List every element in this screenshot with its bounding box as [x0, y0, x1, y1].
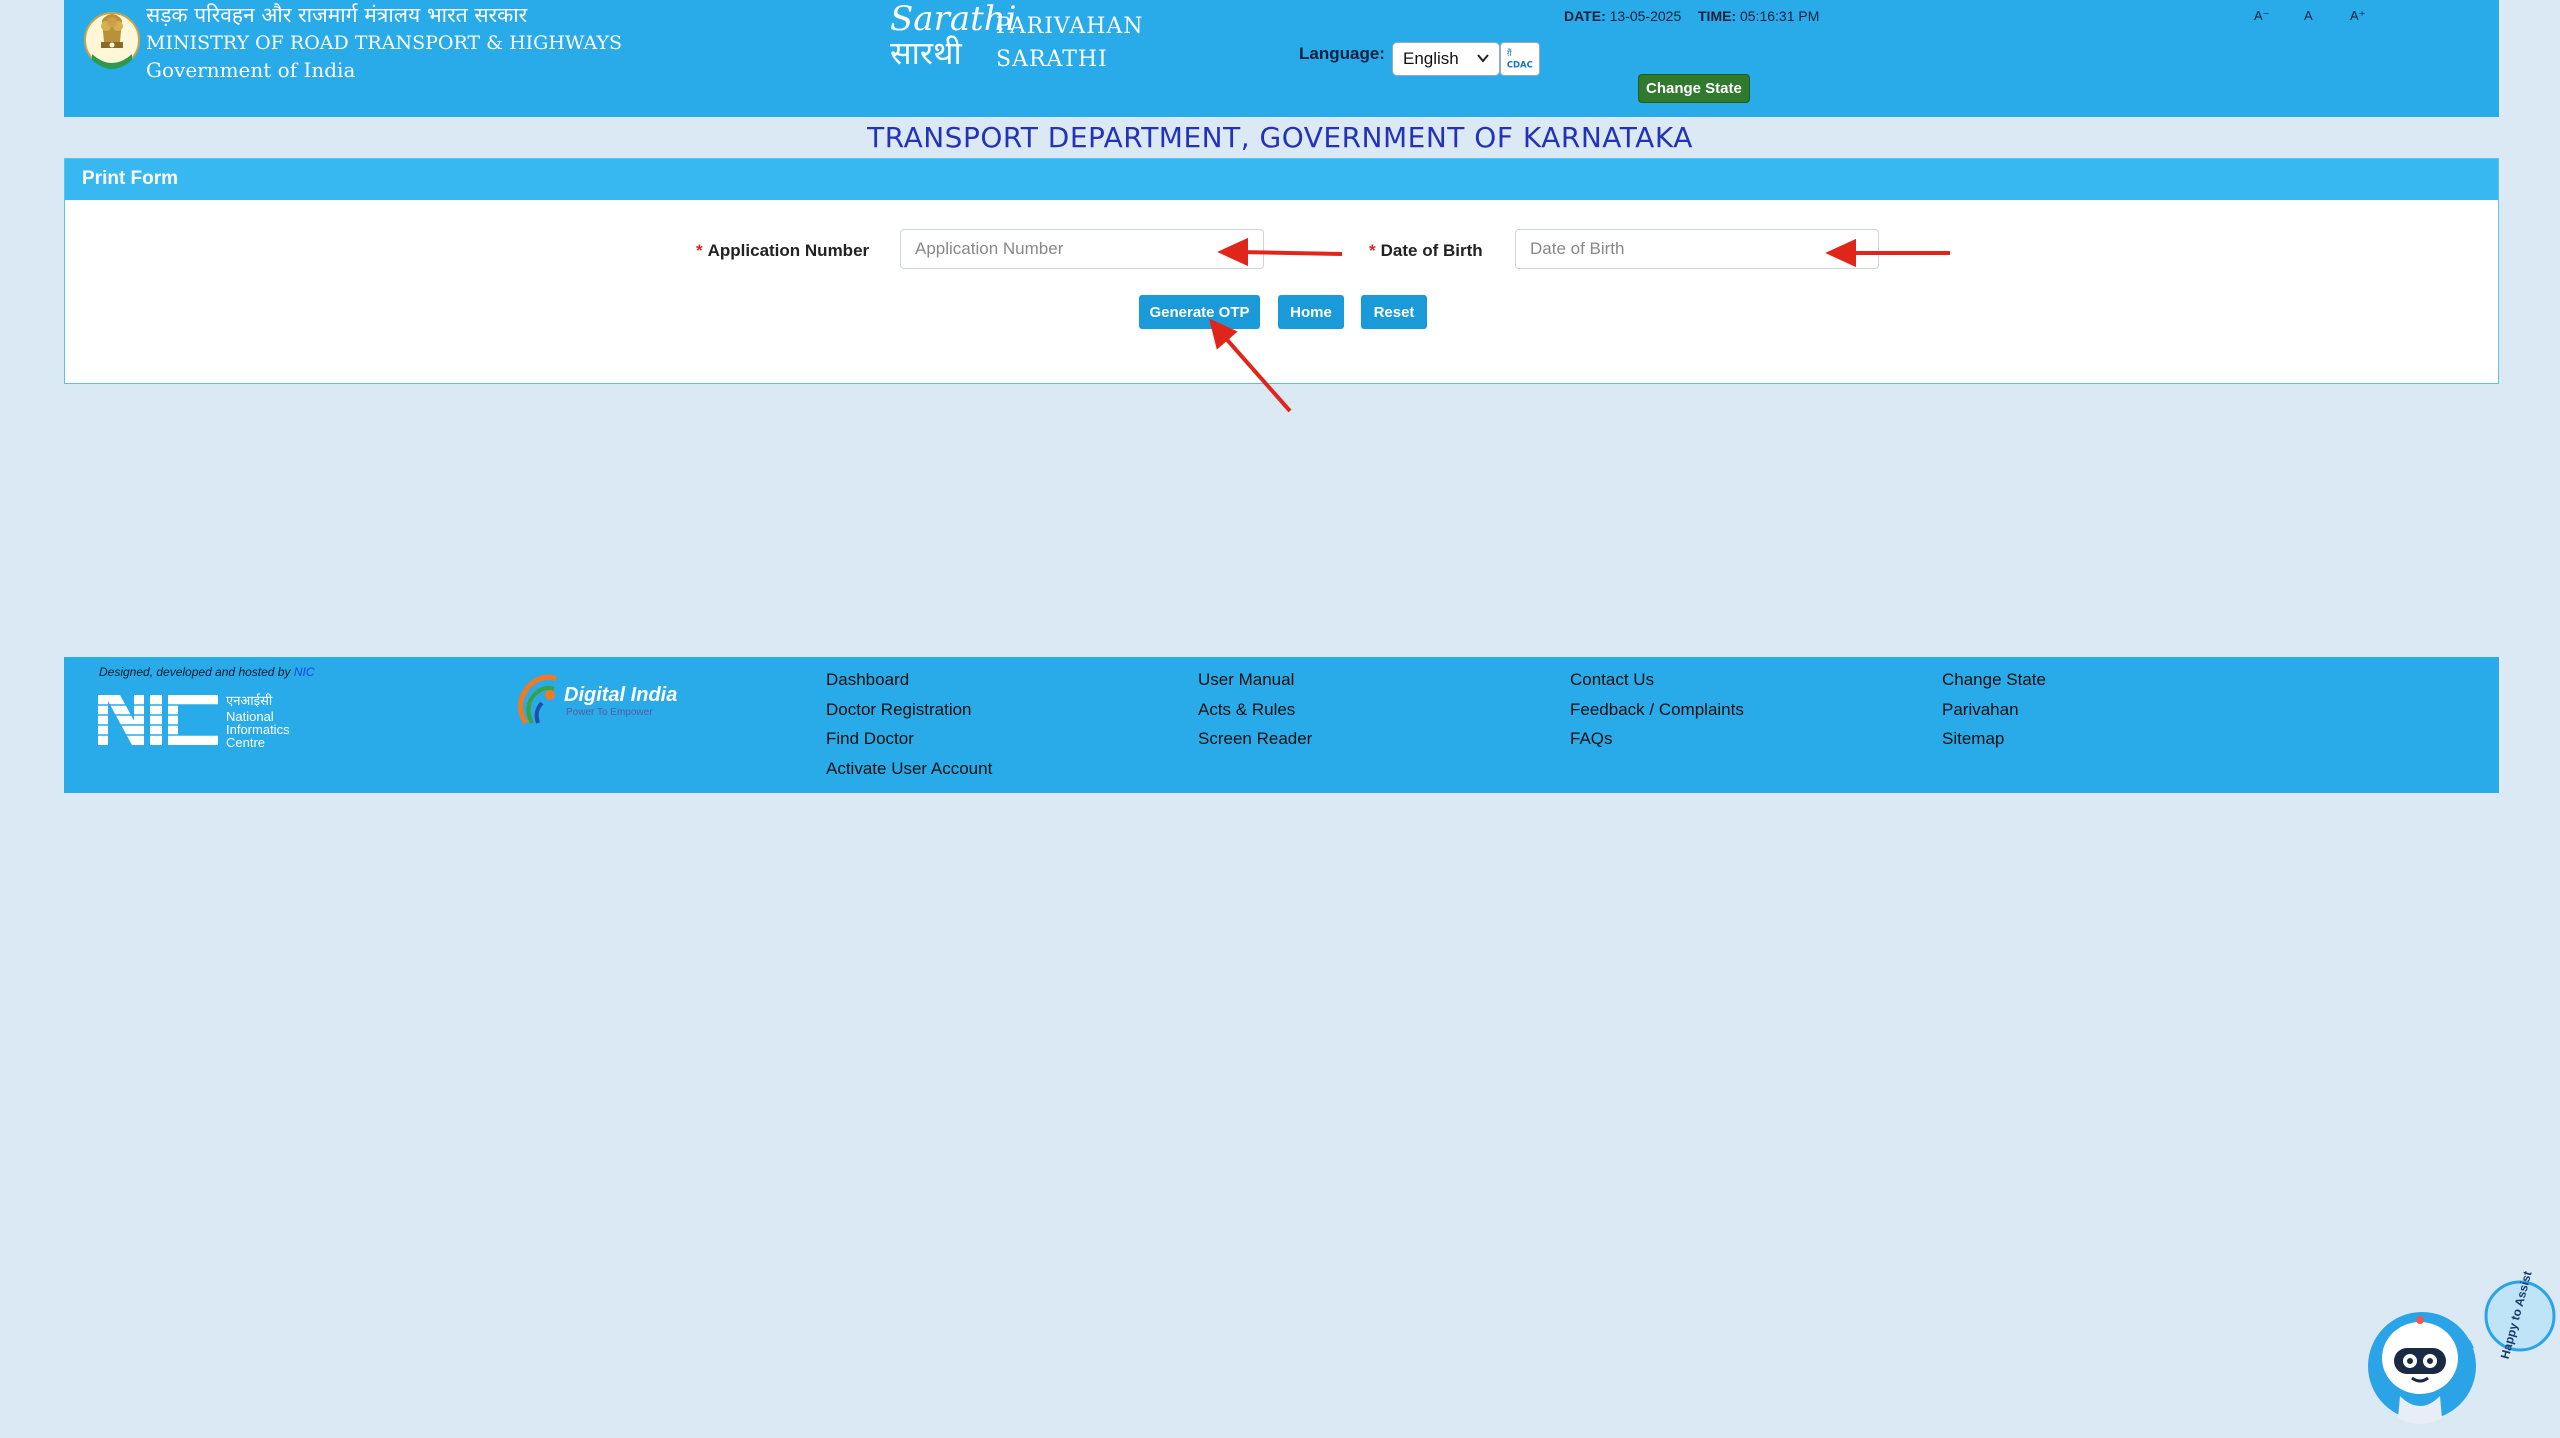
digital-india-logo[interactable]: Digital India Power To Empower	[512, 665, 682, 729]
footer-column-4: Change State Parivahan Sitemap	[1942, 665, 2046, 754]
chevron-down-icon	[1477, 54, 1489, 63]
reset-button[interactable]: Reset	[1361, 295, 1427, 329]
footer-link-user-manual[interactable]: User Manual	[1198, 665, 1312, 695]
government-of-india: Government of India	[146, 58, 356, 82]
time-display: TIME: 05:16:31 PM	[1698, 8, 1819, 24]
ministry-english: MINISTRY OF ROAD TRANSPORT & HIGHWAYS	[146, 32, 623, 54]
ministry-hindi: सड़क परिवहन और राजमार्ग मंत्रालय भारत सर…	[146, 3, 528, 27]
cdac-keyboard-icon[interactable]: ग़ैं CDAC	[1500, 42, 1540, 76]
svg-text:CDAC: CDAC	[1507, 59, 1533, 69]
footer-link-contact-us[interactable]: Contact Us	[1570, 665, 1744, 695]
time-value: 05:16:31 PM	[1740, 8, 1820, 24]
change-state-button[interactable]: Change State	[1638, 74, 1750, 103]
nic-credit-link[interactable]: NIC	[294, 665, 315, 679]
date-label: DATE:	[1564, 8, 1606, 24]
date-value: 13-05-2025	[1609, 8, 1682, 24]
application-number-label: * Application Number	[696, 241, 869, 261]
footer-link-feedback-complaints[interactable]: Feedback / Complaints	[1570, 695, 1744, 725]
footer-link-faqs[interactable]: FAQs	[1570, 724, 1744, 754]
required-mark: *	[696, 241, 703, 260]
required-mark: *	[1369, 241, 1376, 260]
footer-link-doctor-registration[interactable]: Doctor Registration	[826, 695, 992, 725]
application-number-input[interactable]	[900, 229, 1264, 269]
font-normal-button[interactable]: A	[2304, 8, 2313, 23]
chatbot-assistant-icon[interactable]: Happy to Assist	[2360, 1270, 2560, 1438]
home-button[interactable]: Home	[1278, 295, 1344, 329]
date-of-birth-label: * Date of Birth	[1369, 241, 1483, 261]
footer-link-find-doctor[interactable]: Find Doctor	[826, 724, 992, 754]
font-decrease-button[interactable]: A⁻	[2254, 8, 2270, 24]
print-form-panel: Print Form *Application Number *Date of …	[64, 158, 2499, 384]
svg-text:सारथी: सारथी	[890, 34, 962, 72]
footer-link-screen-reader[interactable]: Screen Reader	[1198, 724, 1312, 754]
nic-hindi-text: एनआईसी	[226, 693, 273, 709]
footer-link-parivahan[interactable]: Parivahan	[1942, 695, 2046, 725]
language-label: Language:	[1299, 44, 1385, 63]
credit-text: Designed, developed and hosted by NIC	[99, 665, 315, 679]
digital-india-text: Digital India	[564, 684, 677, 706]
parivahan-sarathi-wordmark: PARIVAHAN SARATHI	[996, 10, 1144, 76]
footer-link-change-state[interactable]: Change State	[1942, 665, 2046, 695]
site-footer: Designed, developed and hosted by NIC एन…	[64, 657, 2499, 793]
footer-column-1: Dashboard Doctor Registration Find Docto…	[826, 665, 992, 783]
digital-india-tagline: Power To Empower	[566, 707, 653, 718]
language-selected-value: English	[1403, 49, 1459, 68]
nic-name-line3: Centre	[226, 735, 265, 750]
footer-column-3: Contact Us Feedback / Complaints FAQs	[1570, 665, 1744, 754]
date-of-birth-input[interactable]	[1515, 229, 1879, 269]
language-select[interactable]: English	[1392, 42, 1500, 76]
date-of-birth-label-text: Date of Birth	[1380, 241, 1483, 260]
national-emblem-icon	[84, 12, 140, 69]
parivahan-text: PARIVAHAN	[996, 14, 1144, 39]
footer-link-acts-rules[interactable]: Acts & Rules	[1198, 695, 1312, 725]
site-header: सड़क परिवहन और राजमार्ग मंत्रालय भारत सर…	[64, 0, 2499, 117]
generate-otp-button[interactable]: Generate OTP	[1139, 295, 1260, 329]
svg-text:ग़ैं: ग़ैं	[1507, 48, 1512, 58]
panel-title: Print Form	[65, 159, 2498, 200]
application-number-label-text: Application Number	[707, 241, 870, 260]
nic-logo[interactable]: एनआईसी National Informatics Centre	[98, 691, 308, 751]
footer-column-2: User Manual Acts & Rules Screen Reader	[1198, 665, 1312, 754]
font-increase-button[interactable]: A⁺	[2350, 8, 2366, 24]
footer-link-sitemap[interactable]: Sitemap	[1942, 724, 2046, 754]
credit-label: Designed, developed and hosted by	[99, 665, 291, 679]
sarathi-text: SARATHI	[996, 47, 1108, 72]
time-label: TIME:	[1698, 8, 1737, 24]
ministry-title: सड़क परिवहन और राजमार्ग मंत्रालय भारत सर…	[146, 0, 622, 84]
footer-link-activate-user-account[interactable]: Activate User Account	[826, 754, 992, 784]
date-display: DATE: 13-05-2025	[1564, 8, 1681, 24]
department-title: TRANSPORT DEPARTMENT, GOVERNMENT OF KARN…	[867, 121, 1693, 154]
footer-link-dashboard[interactable]: Dashboard	[826, 665, 992, 695]
